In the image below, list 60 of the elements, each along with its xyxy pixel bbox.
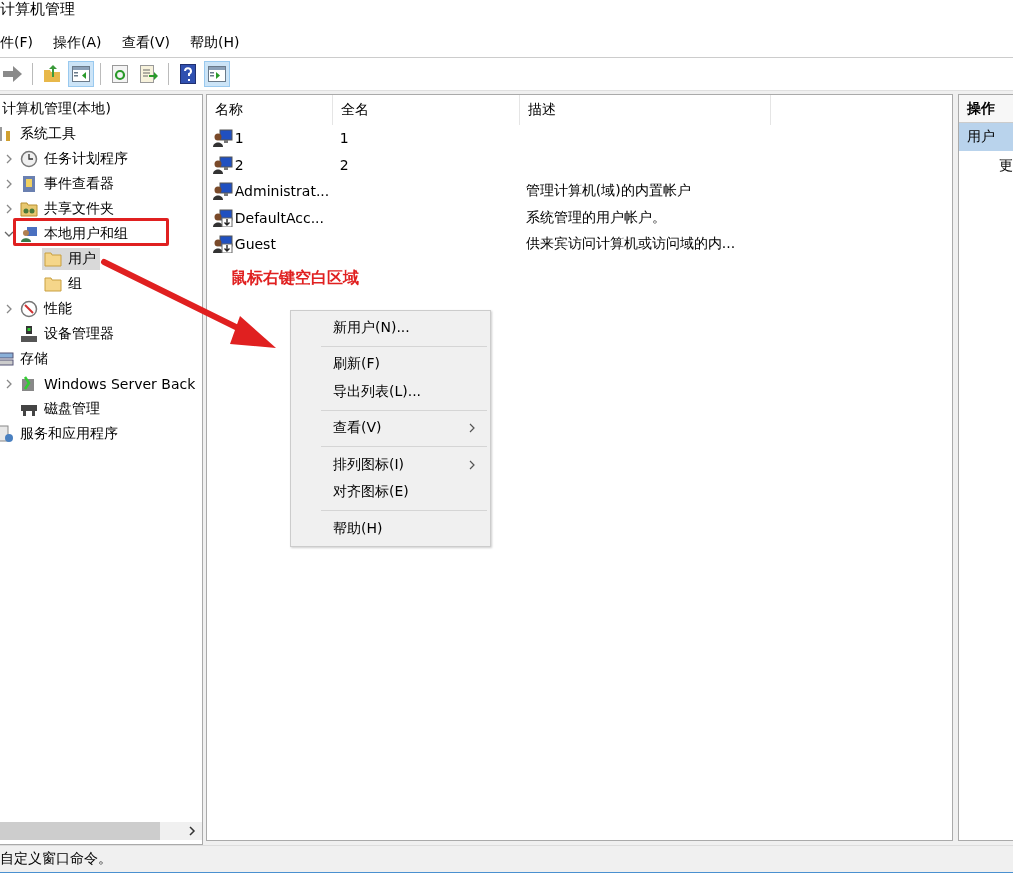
description: 供来宾访问计算机或访问域的内...	[525, 235, 736, 254]
tree-item[interactable]: 性能	[44, 299, 72, 318]
menu-item[interactable]: 查看(V)	[291, 414, 490, 442]
user-name[interactable]: 1	[234, 130, 244, 147]
scroll-right-icon[interactable]	[186, 826, 197, 836]
column-header[interactable]: 名称	[206, 95, 333, 125]
user-name[interactable]: Administrat...	[234, 183, 330, 200]
node-icon	[20, 324, 38, 343]
collapsed-chevron-icon[interactable]	[4, 303, 14, 314]
tree-item[interactable]: 磁盘管理	[44, 399, 100, 418]
column-header[interactable]: 描述	[519, 95, 771, 125]
annotation-text: 鼠标右键空白区域	[230, 267, 360, 289]
toolbar-button[interactable]	[204, 61, 230, 87]
menu-item[interactable]: 操作(A)	[53, 33, 102, 52]
menu-item[interactable]: 刷新(F)	[291, 350, 490, 378]
tree-item[interactable]: Windows Server Back	[44, 375, 196, 392]
collapsed-chevron-icon[interactable]	[4, 153, 14, 164]
folder-icon	[44, 249, 62, 268]
actions-title: 操作	[959, 95, 1013, 123]
tree-item[interactable]: 共享文件夹	[44, 199, 114, 218]
menu-item[interactable]: 帮助(H)	[190, 33, 240, 52]
window-title: 计算机管理	[0, 0, 76, 20]
tree-item[interactable]: 任务计划程序	[44, 149, 128, 168]
node-icon	[20, 299, 38, 318]
description: 管理计算机(域)的内置帐户	[525, 182, 691, 201]
tree-item[interactable]: 事件查看器	[44, 174, 114, 193]
action-section[interactable]: 用户	[959, 123, 1013, 151]
node-icon	[20, 174, 38, 193]
collapsed-chevron-icon[interactable]	[4, 203, 14, 214]
node-icon	[20, 199, 38, 218]
menu-item[interactable]: 排列图标(I)	[291, 451, 490, 479]
toolbar-button[interactable]	[68, 61, 94, 87]
tree-item[interactable]: 计算机管理(本地)	[2, 99, 111, 118]
collapsed-chevron-icon[interactable]	[4, 378, 14, 389]
menu-item[interactable]: 件(F)	[0, 33, 33, 52]
column-header[interactable]: 全名	[332, 95, 520, 125]
tree-item[interactable]: 设备管理器	[44, 324, 114, 343]
tree-item[interactable]: 本地用户和组	[44, 224, 128, 243]
folder-icon	[44, 274, 62, 293]
tree-item[interactable]: 组	[68, 274, 82, 293]
menu-item[interactable]: 帮助(H)	[291, 515, 490, 543]
menu-item[interactable]: 新用户(N)...	[291, 314, 490, 342]
full-name: 1	[339, 130, 349, 147]
tree-item[interactable]: 系统工具	[20, 124, 76, 143]
menu-item[interactable]: 对齐图标(E)	[291, 478, 490, 506]
node-icon	[0, 424, 14, 443]
tree-item[interactable]: 存储	[20, 349, 48, 368]
clock-icon	[20, 149, 38, 168]
description: 系统管理的用户帐户。	[525, 208, 666, 227]
collapsed-chevron-icon[interactable]	[4, 178, 14, 189]
user-name[interactable]: 2	[234, 156, 244, 173]
node-icon	[0, 349, 14, 368]
horizontal-scrollbar[interactable]	[0, 822, 202, 840]
node-icon	[20, 224, 38, 243]
status-text: 自定义窗口命令。	[0, 850, 112, 868]
menu-item[interactable]: 查看(V)	[121, 33, 170, 52]
action-link[interactable]: 更	[959, 151, 1013, 175]
tree-item[interactable]: 服务和应用程序	[20, 424, 118, 443]
menu-item[interactable]: 导出列表(L)...	[291, 378, 490, 406]
full-name: 2	[339, 156, 349, 173]
